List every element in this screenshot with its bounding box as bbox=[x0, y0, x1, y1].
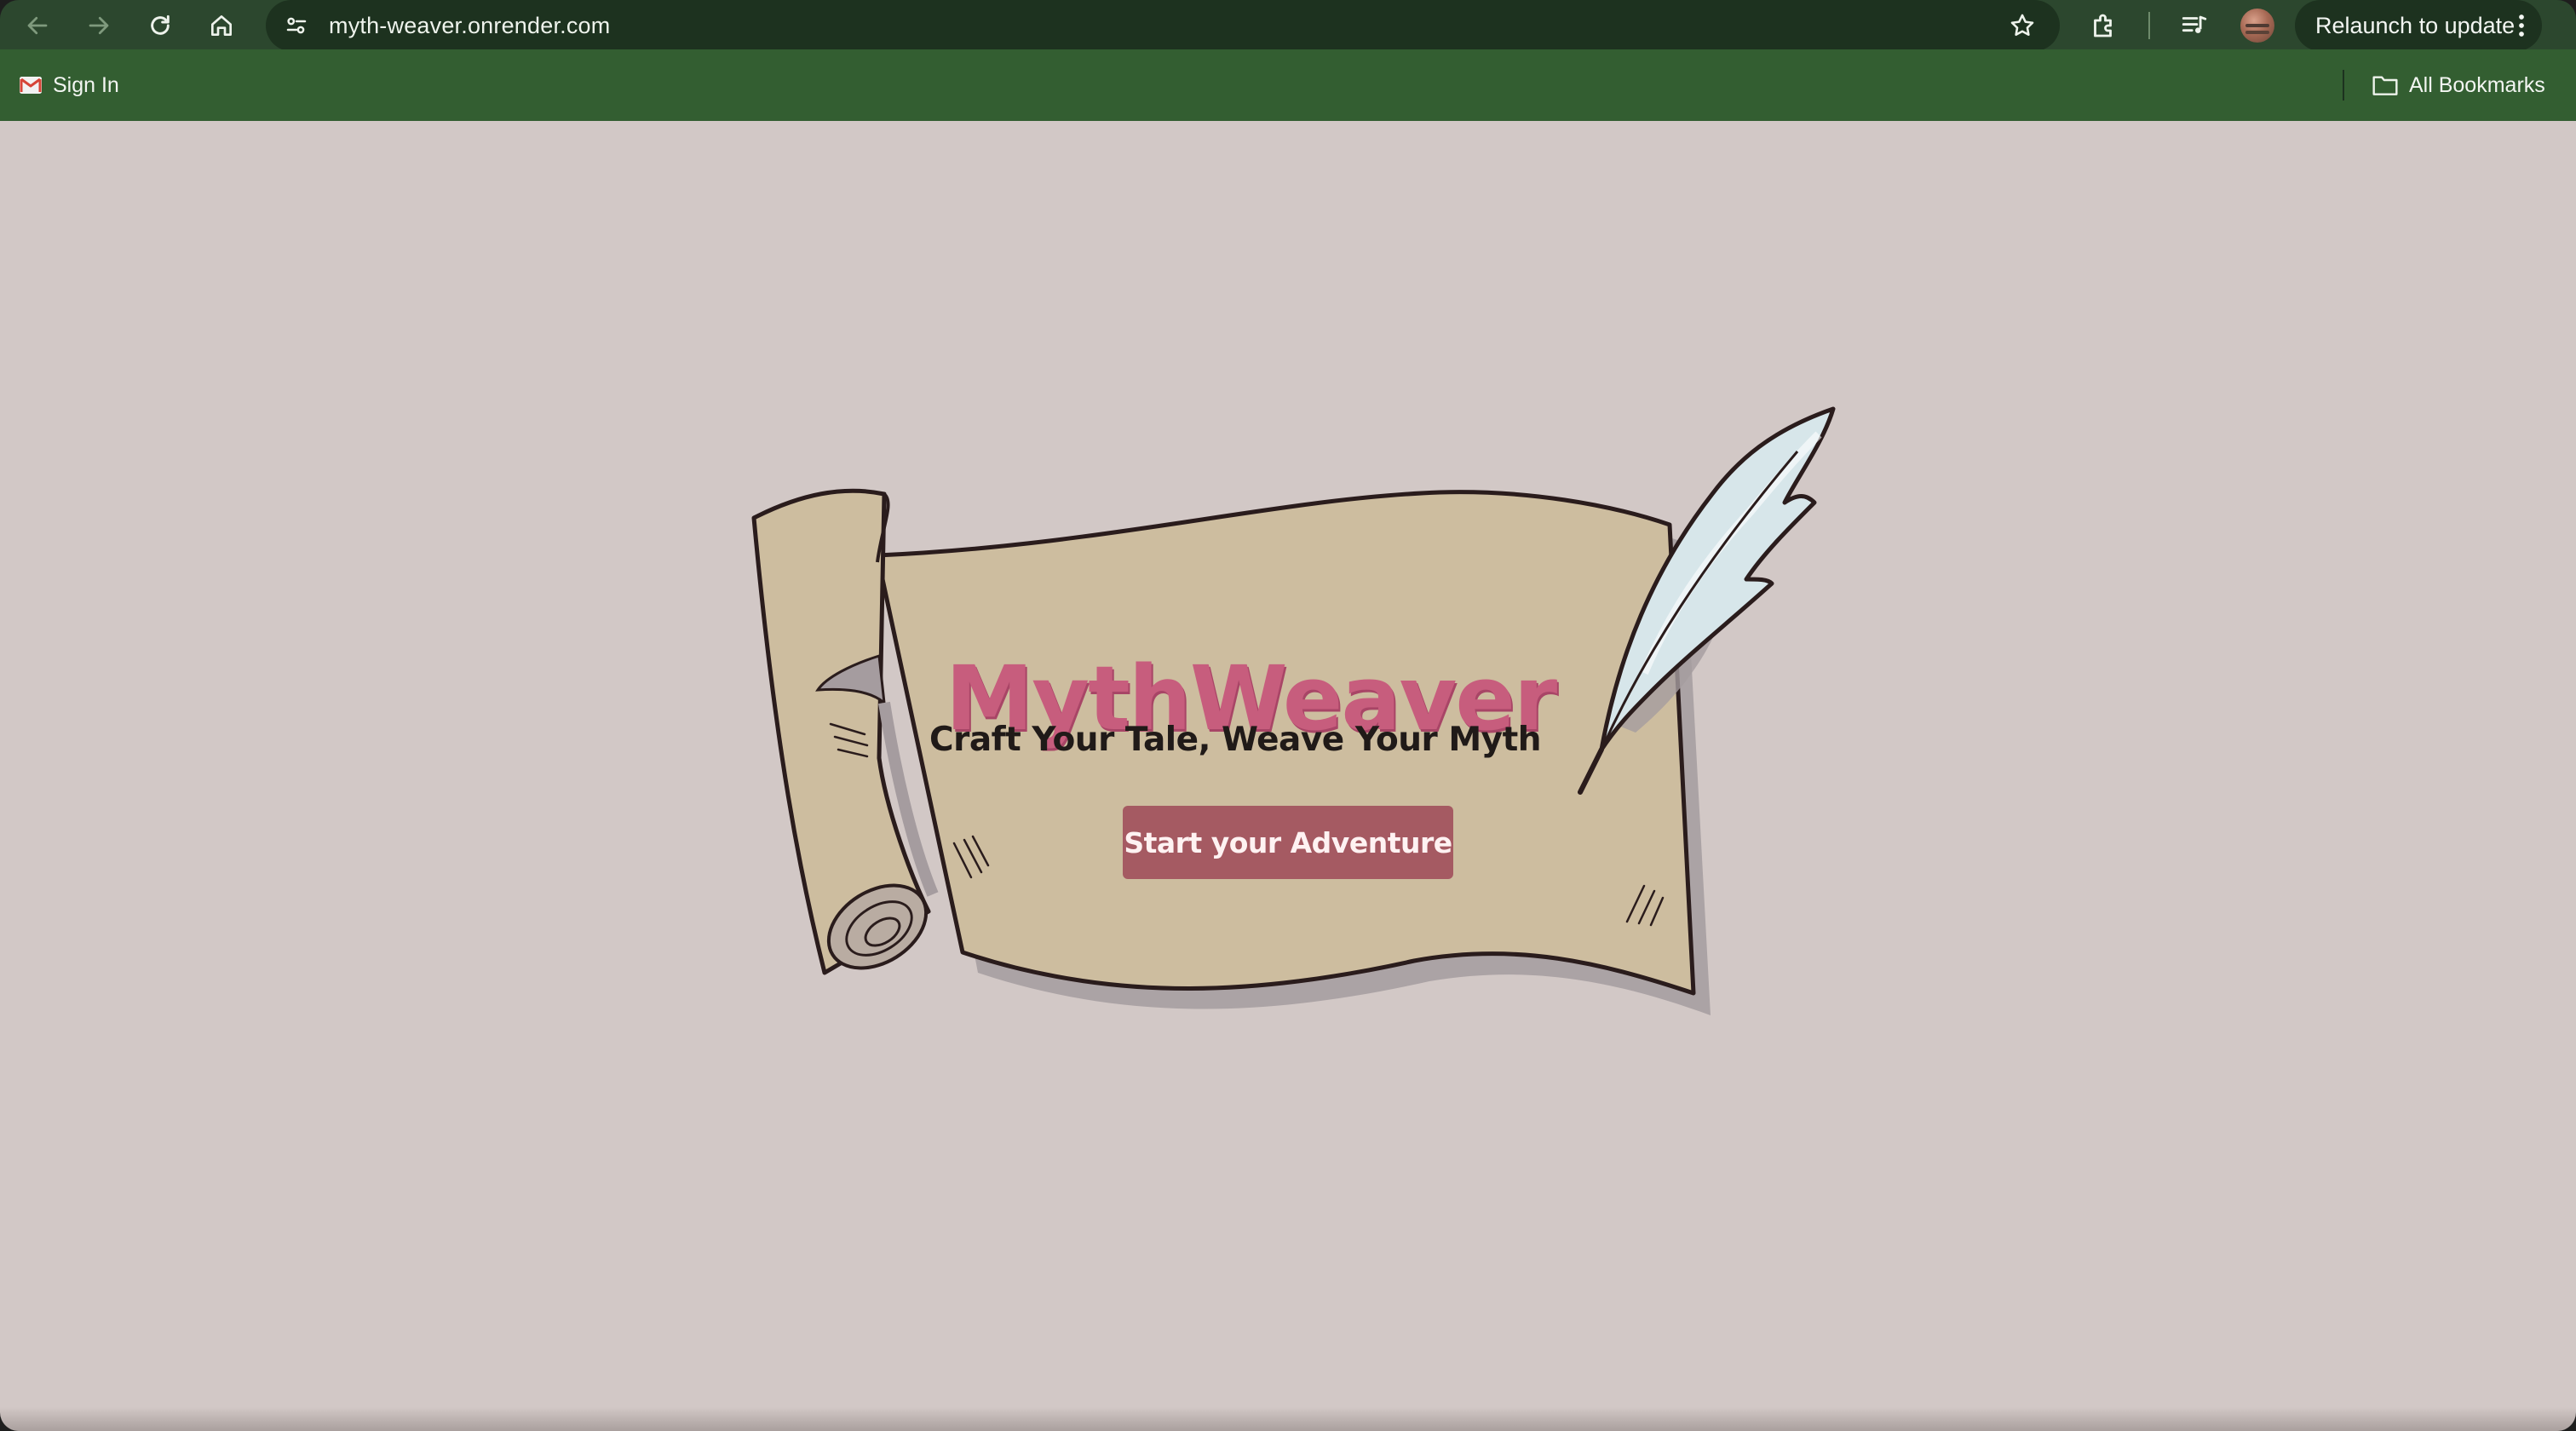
arrow-right-icon bbox=[89, 16, 109, 35]
reload-icon bbox=[151, 14, 170, 35]
tune-icon[interactable] bbox=[281, 10, 312, 41]
relaunch-button[interactable]: Relaunch to update bbox=[2295, 0, 2542, 51]
playlist-icon[interactable] bbox=[2174, 5, 2215, 46]
gmail-icon bbox=[20, 77, 42, 94]
forward-button[interactable] bbox=[77, 3, 121, 48]
folder-icon bbox=[2372, 76, 2398, 95]
all-bookmarks-label: All Bookmarks bbox=[2409, 72, 2545, 97]
kebab-menu-icon[interactable] bbox=[2511, 9, 2532, 43]
browser-toolbar: myth-weaver.onrender.com Relaunch to upd… bbox=[0, 0, 2576, 51]
page-tagline: Craft Your Tale, Weave Your Myth bbox=[929, 721, 1542, 759]
puzzle-icon[interactable] bbox=[2084, 5, 2125, 46]
relaunch-label: Relaunch to update bbox=[2315, 13, 2516, 38]
viewport-bottom-shadow bbox=[0, 1407, 2576, 1431]
start-adventure-button[interactable]: Start your Adventure bbox=[1123, 806, 1453, 879]
url-text[interactable]: myth-weaver.onrender.com bbox=[329, 10, 610, 41]
profile-avatar[interactable] bbox=[2240, 9, 2274, 43]
browser-window: myth-weaver.onrender.com Relaunch to upd… bbox=[0, 0, 2576, 1431]
all-bookmarks-button[interactable]: All Bookmarks bbox=[2372, 65, 2545, 106]
toolbar-divider bbox=[2148, 12, 2150, 39]
bookmark-sign-in[interactable]: Sign In bbox=[19, 65, 119, 106]
home-icon bbox=[211, 15, 232, 36]
arrow-left-icon bbox=[27, 16, 48, 35]
star-icon[interactable] bbox=[2005, 9, 2039, 43]
page-viewport: MythWeaver Craft Your Tale, Weave Your M… bbox=[0, 121, 2576, 1431]
bookmark-label: Sign In bbox=[53, 72, 119, 97]
bookmarks-divider bbox=[2343, 70, 2344, 101]
bookmarks-bar: Sign In All Bookmarks bbox=[0, 49, 2576, 121]
back-button[interactable] bbox=[15, 3, 60, 48]
home-button[interactable] bbox=[199, 3, 244, 48]
address-bar[interactable]: myth-weaver.onrender.com bbox=[266, 0, 2060, 51]
reload-button[interactable] bbox=[138, 3, 182, 48]
